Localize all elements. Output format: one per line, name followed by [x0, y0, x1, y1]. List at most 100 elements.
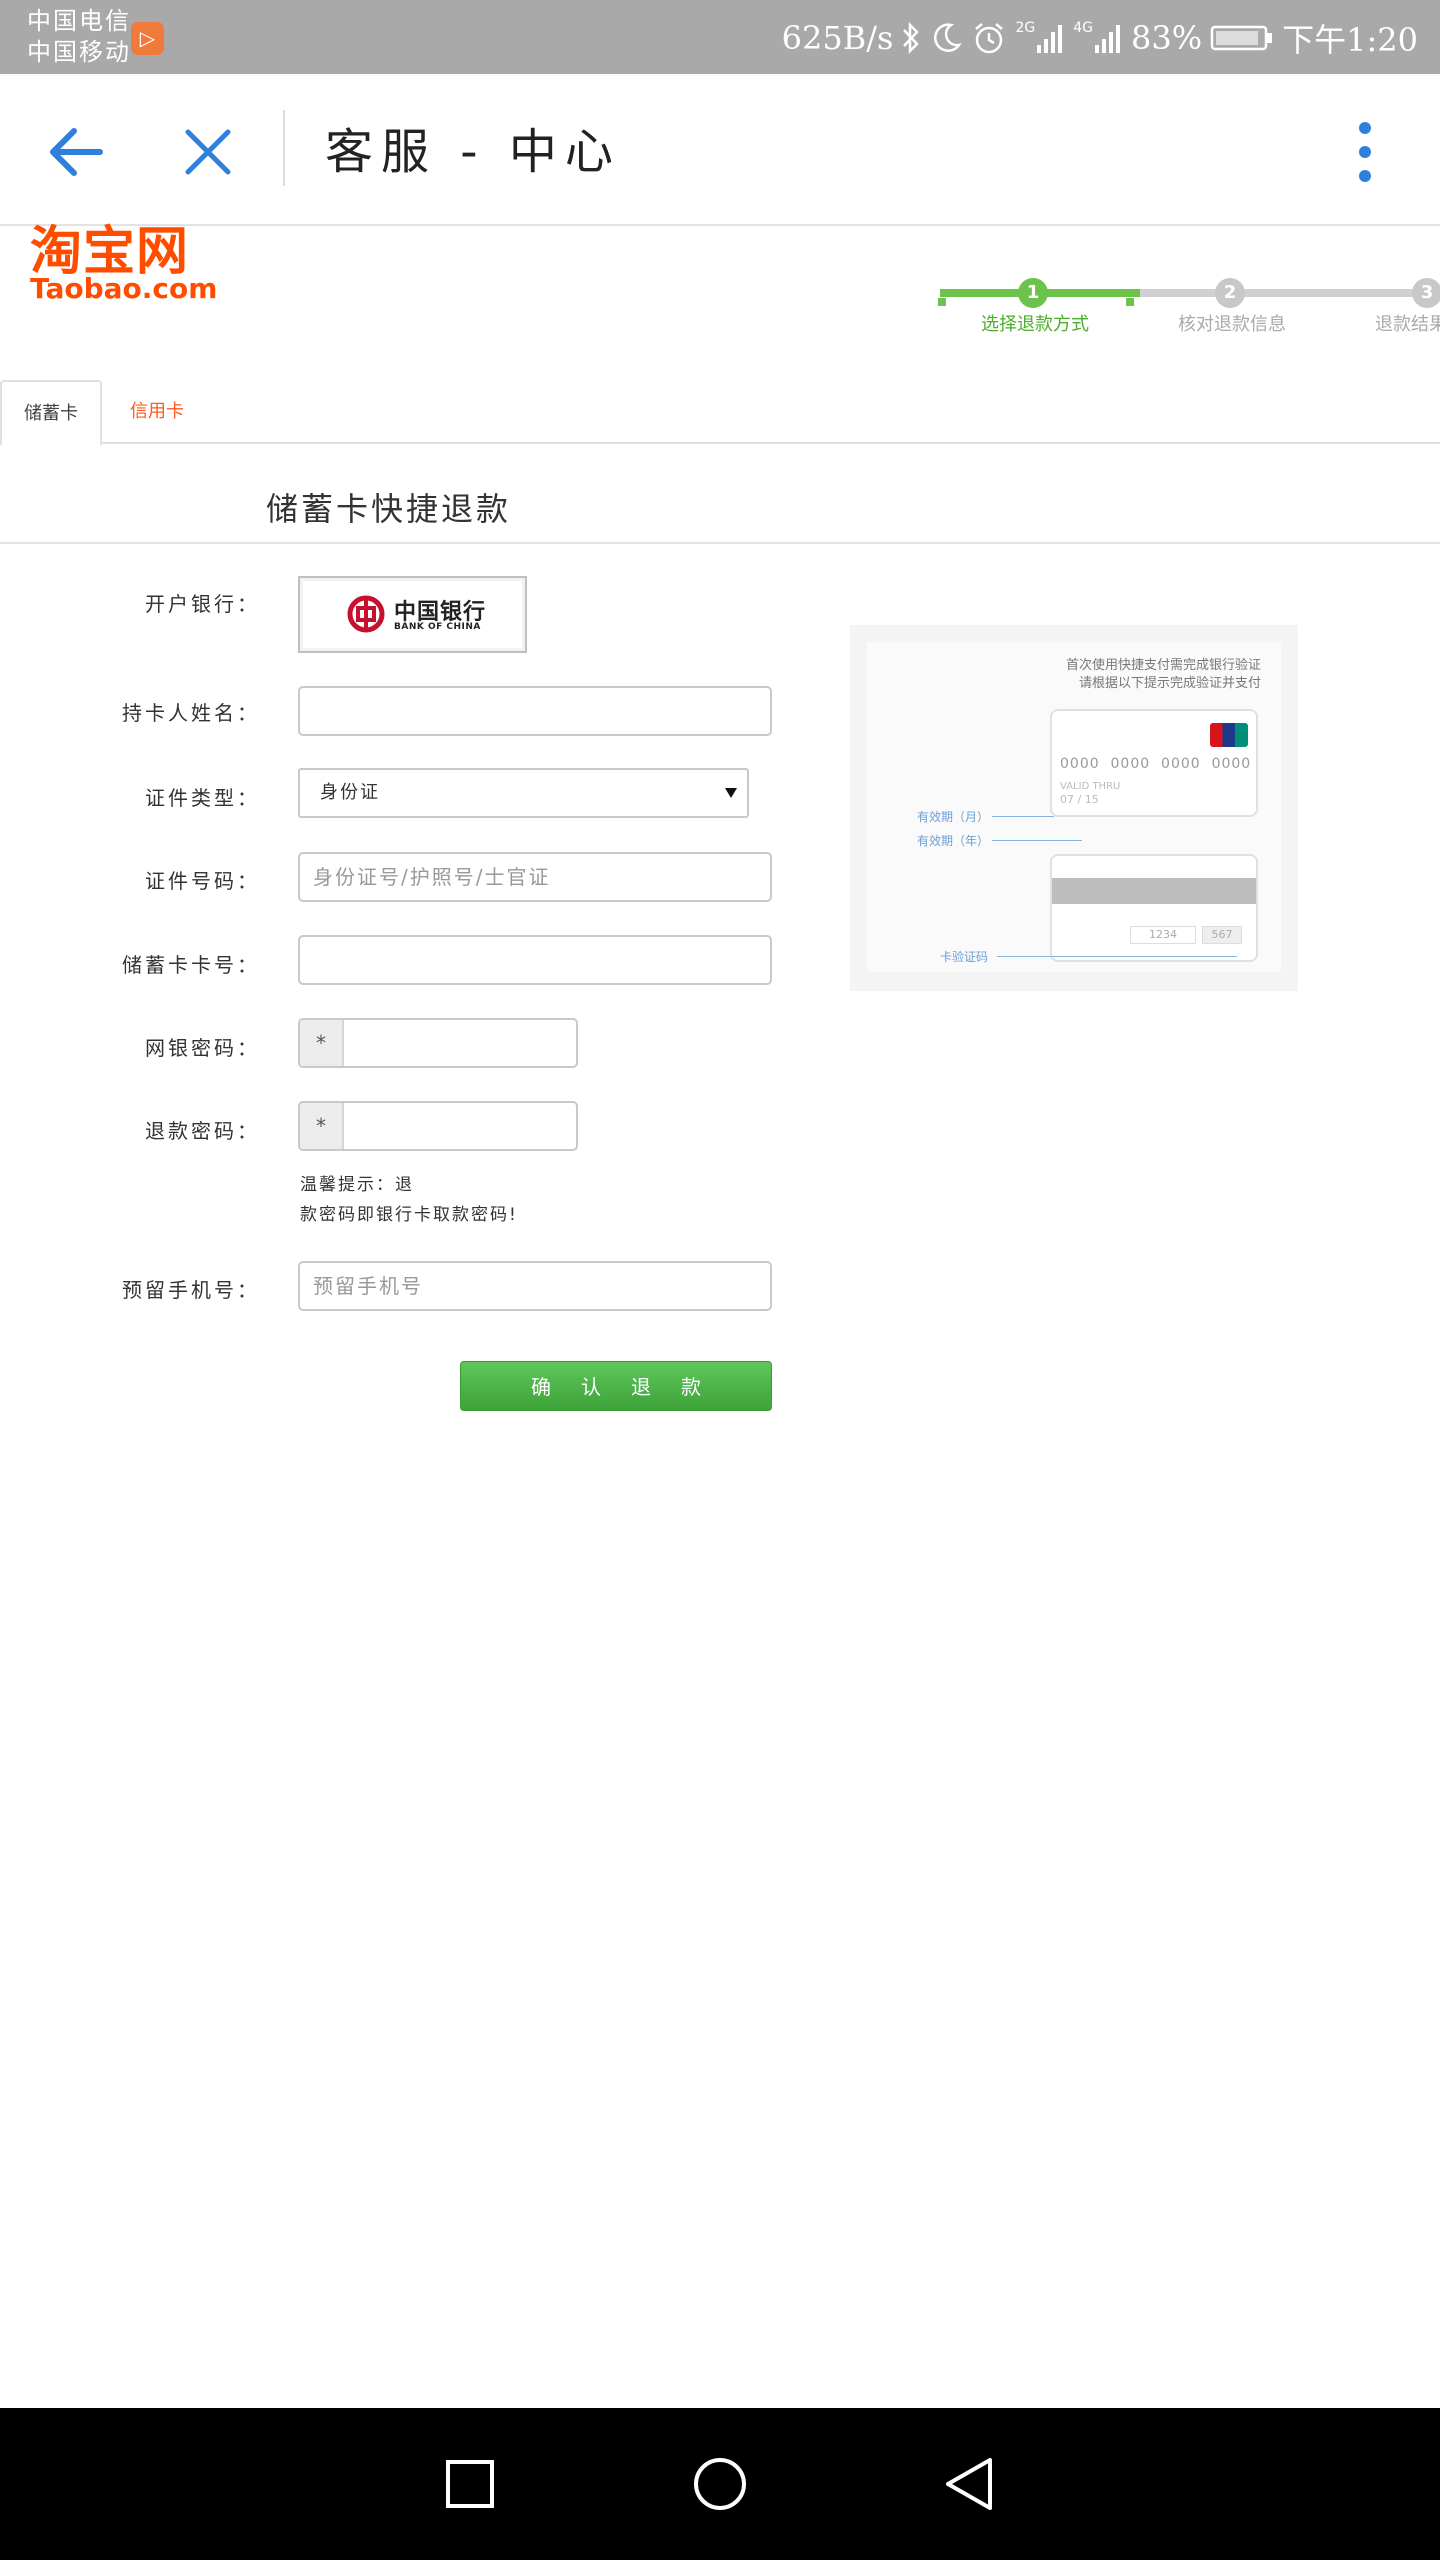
phone-placeholder: 预留手机号	[313, 1274, 423, 1298]
taobao-logo[interactable]: 淘宝网 Taobao.com	[30, 225, 220, 305]
signal-2g-label: 2G	[1015, 20, 1036, 36]
netbank-password-input[interactable]: *	[298, 1018, 578, 1068]
refund-password-label: 退款密码：	[145, 1119, 260, 1143]
expiry-month-label: 有效期（月）	[917, 810, 990, 824]
expiry-year-label: 有效期（年）	[917, 834, 990, 848]
password-prefix: *	[300, 1020, 344, 1066]
moon-icon	[934, 23, 963, 52]
bank-of-china-logo-icon	[347, 595, 385, 633]
more-options-button[interactable]	[1340, 116, 1390, 188]
close-button[interactable]	[172, 116, 244, 188]
bank-label: 开户银行：	[145, 592, 260, 616]
card-type-tabs: 储蓄卡 信用卡	[0, 380, 1440, 446]
app-bar: 客服 - 中心	[0, 74, 1440, 226]
cvv-value: 567	[1202, 926, 1242, 944]
step-end-marker	[938, 298, 946, 306]
phone-label: 预留手机号：	[122, 1278, 260, 1302]
card-number-label: 储蓄卡卡号：	[122, 953, 260, 977]
more-vertical-icon	[1359, 122, 1371, 182]
year-pointer-line	[992, 840, 1082, 841]
illus-note-2: 请根据以下提示完成验证并支付	[1078, 676, 1261, 691]
signal-bars-2	[1095, 25, 1120, 53]
illus-note-1: 首次使用快捷支付需完成银行验证	[1065, 658, 1261, 673]
battery-icon	[1210, 25, 1273, 51]
net-speed: 625B/s	[781, 19, 894, 57]
bank-name-en: BANK OF CHINA	[394, 622, 481, 632]
step-2-dot: 2	[1215, 278, 1245, 308]
netbank-password-label: 网银密码：	[145, 1036, 260, 1060]
page-title: 客服 - 中心	[325, 124, 621, 180]
card-digits: 0000 0000 0000 0000	[1060, 756, 1252, 772]
illustration-panel: 首次使用快捷支付需完成银行验证 请根据以下提示完成验证并支付 0000 0000…	[867, 642, 1281, 972]
refund-password-hint: 温馨提示：退 款密码即银行卡取款密码!	[300, 1170, 518, 1230]
cvv-label: 卡验证码	[940, 950, 989, 964]
signal-2g-icon: 2G	[1015, 21, 1065, 55]
alarm-icon	[975, 23, 1004, 54]
step-line-inactive	[1140, 289, 1440, 297]
card-help-illustration: 首次使用快捷支付需完成银行验证 请根据以下提示完成验证并支付 0000 0000…	[850, 625, 1298, 991]
close-icon	[185, 129, 231, 175]
status-icons: 625B/s 2G 4G 83% 下午1:20	[782, 14, 1418, 62]
card-number-input[interactable]	[298, 935, 772, 985]
valid-thru-label: VALID THRU	[1060, 781, 1121, 792]
battery-percent: 83%	[1131, 19, 1203, 57]
holder-name-label: 持卡人姓名：	[122, 701, 260, 725]
section-title: 储蓄卡快捷退款	[266, 490, 512, 528]
home-button[interactable]	[680, 2444, 760, 2524]
step-2-label: 核对退款信息	[1178, 314, 1286, 335]
card-back-image: 1234 567	[1050, 854, 1258, 962]
bank-selector[interactable]: 中国银行 BANK OF CHINA	[298, 576, 527, 653]
phone-input[interactable]: 预留手机号	[298, 1261, 772, 1311]
status-bar: 中国电信 中国移动 ▷ 625B/s 2G 4G 83% 下午1:20	[0, 0, 1440, 74]
progress-steps: 1 选择退款方式 2 核对退款信息 3 退款结果	[930, 270, 1440, 340]
circle-icon	[694, 2458, 746, 2510]
hint-line-1: 温馨提示：退	[300, 1175, 414, 1195]
carrier-2: 中国移动	[27, 38, 131, 66]
step-3-dot: 3	[1412, 278, 1440, 308]
carrier-1: 中国电信	[27, 7, 131, 35]
carrier-info: 中国电信 中国移动	[27, 6, 131, 68]
step-1-dot: 1	[1018, 278, 1048, 308]
signature-number: 1234	[1130, 926, 1196, 944]
logo-text-cn: 淘宝网	[30, 222, 190, 282]
bluetooth-icon	[903, 21, 920, 55]
refund-password-input[interactable]: *	[298, 1101, 578, 1151]
triangle-back-icon	[946, 2458, 992, 2510]
expiry-value: 07 / 15	[1060, 793, 1099, 806]
logo-text-en: Taobao.com	[30, 272, 218, 305]
tab-debit-card[interactable]: 储蓄卡	[0, 380, 102, 446]
arrow-left-icon	[50, 128, 103, 176]
id-number-label: 证件号码：	[145, 869, 260, 893]
signal-4g-icon: 4G	[1073, 21, 1123, 55]
chevron-down-icon	[725, 788, 737, 798]
id-type-select[interactable]: 身份证	[298, 768, 749, 818]
id-type-value: 身份证	[320, 782, 380, 803]
back-button[interactable]	[40, 116, 112, 188]
recent-apps-button[interactable]	[430, 2444, 510, 2524]
appbar-divider	[283, 110, 285, 186]
card-front-image: 0000 0000 0000 0000 VALID THRU 07 / 15	[1050, 709, 1258, 817]
clock: 下午1:20	[1282, 21, 1418, 59]
signal-4g-label: 4G	[1073, 20, 1093, 36]
signal-bars-1	[1037, 25, 1063, 53]
app-notification-icon: ▷	[131, 22, 164, 55]
back-nav-button[interactable]	[930, 2444, 1010, 2524]
id-number-input[interactable]: 身份证号/护照号/士官证	[298, 852, 772, 902]
id-number-placeholder: 身份证号/护照号/士官证	[313, 865, 551, 889]
password-prefix: *	[300, 1103, 344, 1149]
square-icon	[446, 2460, 494, 2508]
step-3-label: 退款结果	[1375, 314, 1440, 335]
step-1-label: 选择退款方式	[981, 314, 1089, 335]
holder-name-input[interactable]	[298, 686, 772, 736]
tab-credit-card[interactable]: 信用卡	[108, 380, 206, 444]
step-end-marker	[1126, 298, 1134, 306]
system-nav-bar	[0, 2408, 1440, 2560]
unionpay-logo-icon	[1210, 723, 1248, 747]
magnetic-stripe	[1052, 878, 1256, 904]
section-divider	[0, 542, 1440, 544]
id-type-label: 证件类型：	[145, 786, 260, 810]
cvv-pointer-line	[997, 956, 1237, 957]
month-pointer-line	[992, 816, 1054, 817]
hint-line-2: 款密码即银行卡取款密码!	[300, 1205, 518, 1225]
confirm-refund-button[interactable]: 确认退款	[460, 1361, 772, 1411]
